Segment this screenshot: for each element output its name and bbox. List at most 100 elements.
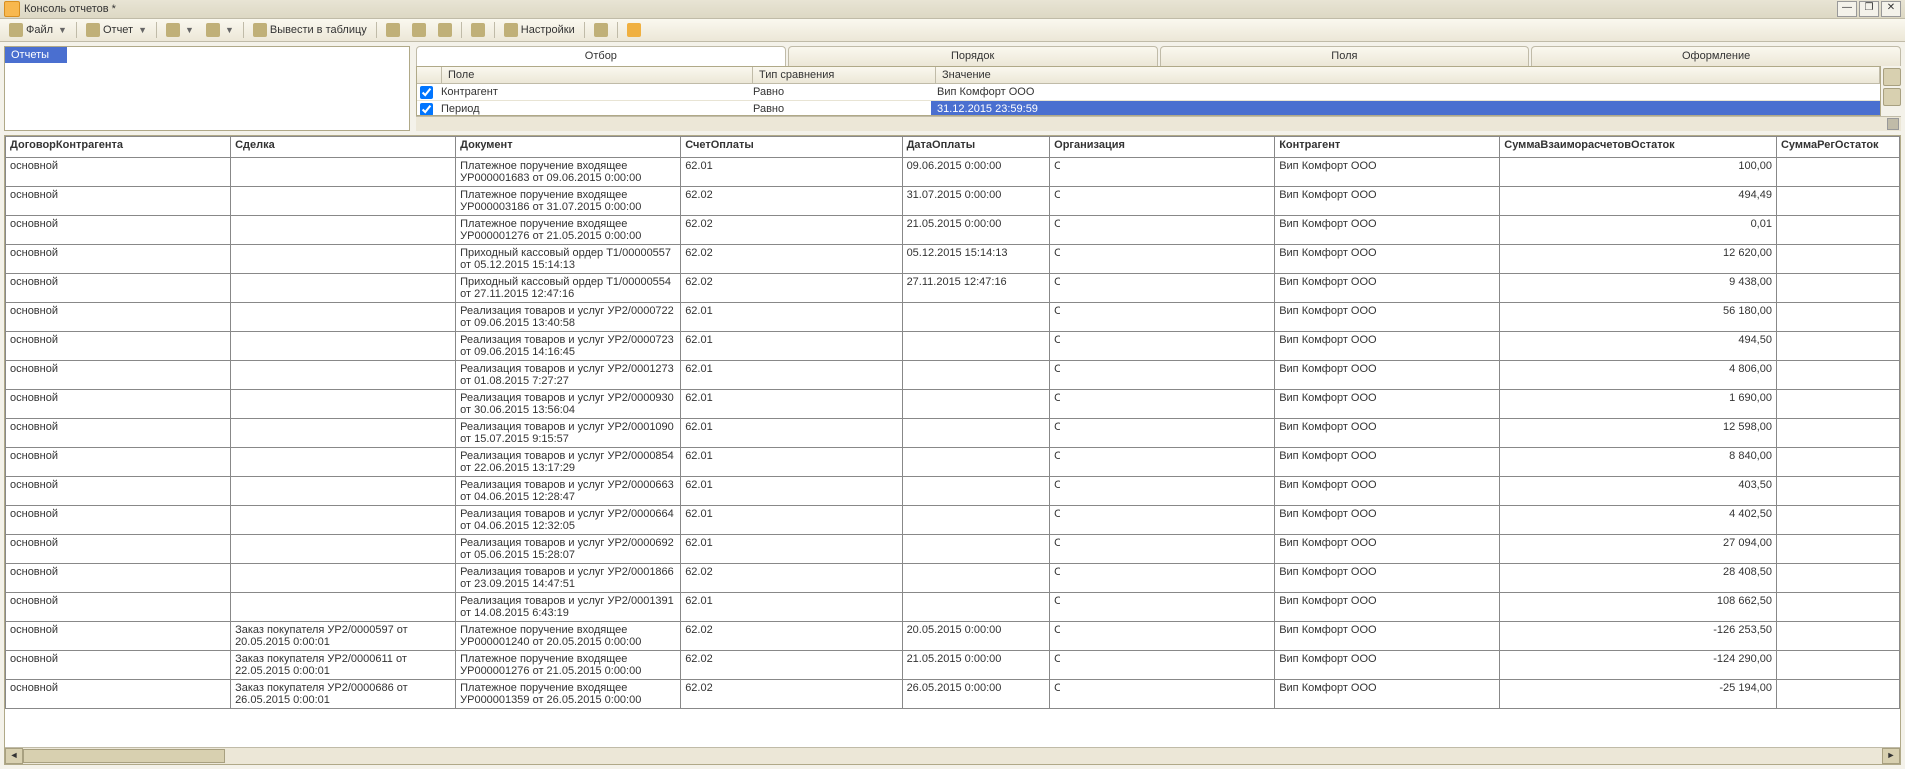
close-button[interactable]: ✕ [1881, 1, 1901, 17]
column-header[interactable]: ДатаОплаты [902, 137, 1050, 158]
table-cell: основной [6, 303, 231, 332]
edit-icon[interactable] [1883, 68, 1901, 86]
tab-filter[interactable]: Отбор [416, 46, 786, 66]
scroll-left-button[interactable]: ◄ [5, 748, 23, 764]
reports-tree[interactable]: Отчеты [4, 46, 410, 131]
filter-col-val: Значение [936, 67, 1880, 83]
table-row[interactable]: основнойРеализация товаров и услуг УР2/0… [6, 361, 1900, 390]
filter-hscroll[interactable] [416, 116, 1901, 131]
table-row[interactable]: основнойЗаказ покупателя УР2/0000611 от … [6, 651, 1900, 680]
table-row[interactable]: основнойРеализация товаров и услуг УР2/0… [6, 535, 1900, 564]
help-button[interactable] [622, 20, 646, 40]
filter-checkbox[interactable] [417, 103, 435, 116]
table-row[interactable]: основнойЗаказ покупателя УР2/0000597 от … [6, 622, 1900, 651]
table-row[interactable]: основнойРеализация товаров и услуг УР2/0… [6, 390, 1900, 419]
table-cell: 21.05.2015 0:00:00 [902, 651, 1050, 680]
toolbar-button-3[interactable] [381, 20, 405, 40]
table-cell: ООО [1050, 158, 1275, 187]
column-header[interactable]: Сделка [231, 137, 456, 158]
table-cell: Вип Комфорт ООО [1275, 680, 1500, 709]
table-row[interactable]: основнойРеализация товаров и услуг УР2/0… [6, 506, 1900, 535]
scroll-thumb[interactable] [1887, 118, 1899, 130]
table-cell: 27.11.2015 12:47:16 [902, 274, 1050, 303]
table-cell: 62.01 [681, 448, 902, 477]
table-cell: ООО [1050, 216, 1275, 245]
toolbar-button-1[interactable]: ▼ [161, 20, 199, 40]
table-cell: основной [6, 361, 231, 390]
column-header[interactable]: Контрагент [1275, 137, 1500, 158]
table-row[interactable]: основнойПлатежное поручение входящее УР0… [6, 187, 1900, 216]
table-cell: основной [6, 593, 231, 622]
table-row[interactable]: основнойПриходный кассовый ордер Т1/0000… [6, 245, 1900, 274]
filter-row[interactable]: КонтрагентРавноВип Комфорт ООО [417, 84, 1880, 101]
table-row[interactable]: основнойПлатежное поручение входящее УР0… [6, 158, 1900, 187]
titlebar: Консоль отчетов * — ❐ ✕ [0, 0, 1905, 19]
column-header[interactable]: СуммаРегОстаток [1776, 137, 1899, 158]
copy-icon[interactable] [1883, 88, 1901, 106]
toolbar-button-2[interactable]: ▼ [201, 20, 239, 40]
table-cell [902, 390, 1050, 419]
filter-cmp: Равно [747, 101, 931, 116]
table-cell [231, 419, 456, 448]
scroll-thumb[interactable] [23, 749, 225, 763]
filter-checkbox[interactable] [417, 86, 435, 99]
toolbar-button-5[interactable] [433, 20, 457, 40]
report-menu[interactable]: Отчет▼ [81, 20, 152, 40]
table-cell [1776, 651, 1899, 680]
table-cell: Вип Комфорт ООО [1275, 419, 1500, 448]
scroll-right-button[interactable]: ► [1882, 748, 1900, 764]
column-header[interactable]: Документ [456, 137, 681, 158]
table-row[interactable]: основнойРеализация товаров и услуг УР2/0… [6, 564, 1900, 593]
tab-format[interactable]: Оформление [1531, 46, 1901, 66]
table-cell: Реализация товаров и услуг УР2/0000692 о… [456, 535, 681, 564]
horizontal-scrollbar[interactable]: ◄ ► [5, 747, 1900, 764]
table-cell: основной [6, 477, 231, 506]
table-cell: Вип Комфорт ООО [1275, 651, 1500, 680]
table-cell: ООО [1050, 535, 1275, 564]
table-cell: 108 662,50 [1500, 593, 1777, 622]
filter-row[interactable]: ПериодРавно31.12.2015 23:59:59 [417, 101, 1880, 116]
filter-grid[interactable]: Поле Тип сравнения Значение КонтрагентРа… [416, 66, 1881, 116]
report-output: ДоговорКонтрагентаСделкаДокументСчетОпла… [4, 135, 1901, 765]
table-row[interactable]: основнойРеализация товаров и услуг УР2/0… [6, 448, 1900, 477]
table-cell: основной [6, 187, 231, 216]
table-row[interactable]: основнойПриходный кассовый ордер Т1/0000… [6, 274, 1900, 303]
restore-button[interactable]: ❐ [1859, 1, 1879, 17]
column-header[interactable]: СуммаВзаиморасчетовОстаток [1500, 137, 1777, 158]
table-row[interactable]: основнойРеализация товаров и услуг УР2/0… [6, 419, 1900, 448]
table-cell [231, 216, 456, 245]
toolbar-button-6[interactable] [466, 20, 490, 40]
column-header[interactable]: СчетОплаты [681, 137, 902, 158]
reports-header: Отчеты [5, 47, 67, 63]
toolbar-button-7[interactable] [589, 20, 613, 40]
settings-button[interactable]: Настройки [499, 20, 580, 40]
to-table-button[interactable]: Вывести в таблицу [248, 20, 372, 40]
table-row[interactable]: основнойРеализация товаров и услуг УР2/0… [6, 332, 1900, 361]
tab-fields[interactable]: Поля [1160, 46, 1530, 66]
toolbar-separator [376, 22, 377, 38]
table-row[interactable]: основнойРеализация товаров и услуг УР2/0… [6, 477, 1900, 506]
column-header[interactable]: ДоговорКонтрагента [6, 137, 231, 158]
table-cell [1776, 593, 1899, 622]
data-scroll[interactable]: ДоговорКонтрагентаСделкаДокументСчетОпла… [5, 136, 1900, 747]
export-icon [438, 23, 452, 37]
table-cell: основной [6, 448, 231, 477]
toolbar-button-4[interactable] [407, 20, 431, 40]
table-cell [1776, 187, 1899, 216]
filter-value[interactable]: 31.12.2015 23:59:59 [931, 101, 1880, 116]
table-row[interactable]: основнойПлатежное поручение входящее УР0… [6, 216, 1900, 245]
table-row[interactable]: основнойЗаказ покупателя УР2/0000686 от … [6, 680, 1900, 709]
table-cell [231, 187, 456, 216]
minimize-button[interactable]: — [1837, 1, 1857, 17]
to-table-label: Вывести в таблицу [270, 24, 367, 36]
column-header[interactable]: Организация [1050, 137, 1275, 158]
table-cell [902, 332, 1050, 361]
toolbar-separator [617, 22, 618, 38]
file-menu[interactable]: Файл▼ [4, 20, 72, 40]
table-row[interactable]: основнойРеализация товаров и услуг УР2/0… [6, 593, 1900, 622]
tab-order[interactable]: Порядок [788, 46, 1158, 66]
filter-value[interactable]: Вип Комфорт ООО [931, 84, 1880, 100]
table-row[interactable]: основнойРеализация товаров и услуг УР2/0… [6, 303, 1900, 332]
table-cell [1776, 535, 1899, 564]
scroll-track[interactable] [23, 749, 1882, 763]
